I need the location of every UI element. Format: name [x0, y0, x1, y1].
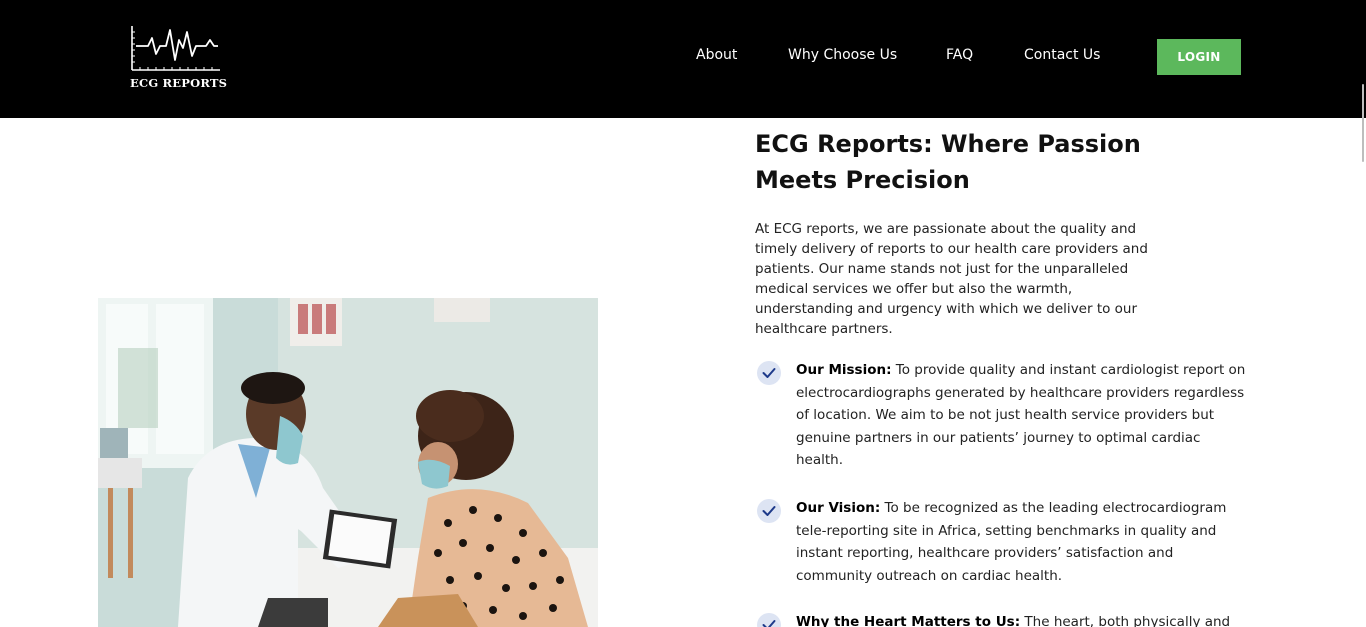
vision-text: Our Vision: To be recognized as the lead… — [796, 497, 1246, 587]
heart-matters-text: Why the Heart Matters to Us: The heart, … — [796, 611, 1246, 627]
heart-matters-title: Why the Heart Matters to Us: — [796, 614, 1021, 627]
intro-paragraph: At ECG reports, we are passionate about … — [755, 221, 1148, 337]
heart-matters-body: The heart, both physically and — [1020, 614, 1231, 627]
nav-contact-us[interactable]: Contact Us — [1024, 47, 1100, 63]
ecg-waveform-icon — [131, 26, 220, 71]
mission-title: Our Mission: — [796, 362, 892, 378]
doctor-patient-photo — [98, 298, 598, 627]
check-icon — [757, 361, 781, 385]
section-headline: ECG Reports: Where Passion Meets Precisi… — [755, 130, 1141, 194]
scrollbar-thumb[interactable] — [1362, 84, 1364, 162]
check-icon — [757, 613, 781, 627]
ecg-reports-logo[interactable]: ECG REPORTS — [128, 24, 228, 94]
logo-text: ECG REPORTS — [130, 76, 228, 90]
nav-about[interactable]: About — [696, 47, 737, 63]
site-header: ECG REPORTS About Why Choose Us FAQ Cont… — [0, 0, 1366, 118]
check-icon — [757, 499, 781, 523]
vision-title: Our Vision: — [796, 500, 881, 516]
nav-faq[interactable]: FAQ — [946, 47, 973, 63]
mission-text: Our Mission: To provide quality and inst… — [796, 359, 1246, 472]
login-button[interactable]: LOGIN — [1157, 39, 1241, 75]
nav-why-choose-us[interactable]: Why Choose Us — [788, 47, 897, 63]
